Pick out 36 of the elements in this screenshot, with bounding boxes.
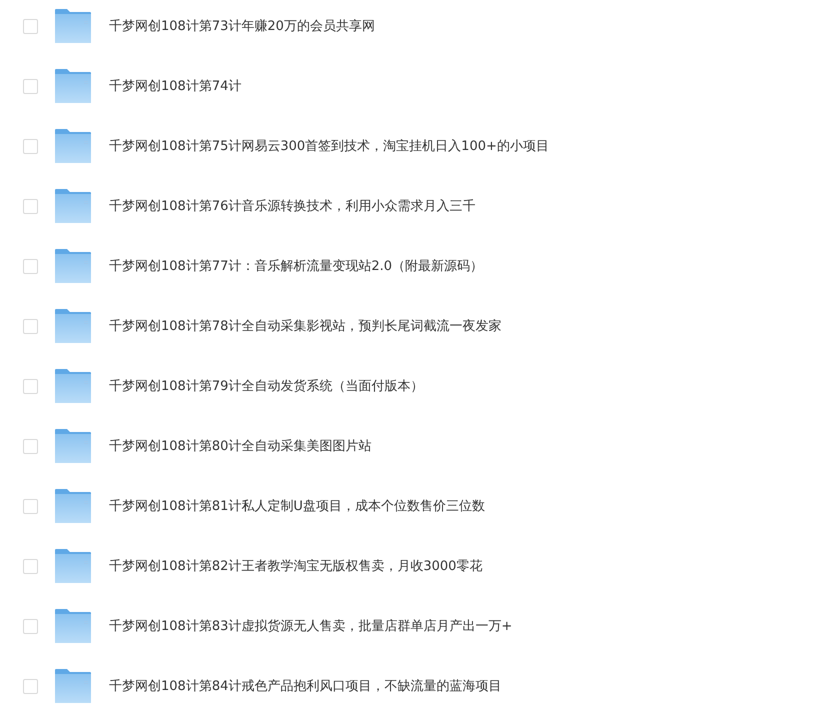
checkbox[interactable] — [23, 318, 38, 334]
checkbox[interactable] — [23, 258, 38, 274]
folder-icon — [55, 69, 91, 103]
folder-name[interactable]: 千梦网创108计第79计全自动发货系统（当面付版本） — [109, 377, 424, 395]
checkbox[interactable] — [23, 198, 38, 214]
folder-icon — [55, 549, 91, 583]
folder-name[interactable]: 千梦网创108计第78计全自动采集影视站，预判长尾词截流一夜发家 — [109, 317, 502, 335]
folder-icon — [55, 9, 91, 43]
folder-icon — [55, 129, 91, 163]
checkbox[interactable] — [23, 438, 38, 454]
folder-name[interactable]: 千梦网创108计第82计王者教学淘宝无版权售卖，月收3000零花 — [109, 557, 482, 575]
folder-icon — [55, 249, 91, 283]
checkbox[interactable] — [23, 498, 38, 514]
checkbox[interactable] — [23, 78, 38, 94]
folder-icon — [55, 669, 91, 703]
folder-icon — [55, 189, 91, 223]
folder-icon — [55, 369, 91, 403]
folder-icon — [55, 489, 91, 523]
folder-name[interactable]: 千梦网创108计第80计全自动采集美图图片站 — [109, 437, 372, 455]
checkbox[interactable] — [23, 18, 38, 34]
folder-name[interactable]: 千梦网创108计第76计音乐源转换技术，利用小众需求月入三千 — [109, 197, 476, 215]
folder-name[interactable]: 千梦网创108计第73计年赚20万的会员共享网 — [109, 17, 375, 35]
checkbox[interactable] — [23, 138, 38, 154]
checkbox[interactable] — [23, 618, 38, 634]
folder-name[interactable]: 千梦网创108计第74计 — [109, 77, 242, 95]
folder-name[interactable]: 千梦网创108计第77计：音乐解析流量变现站2.0（附最新源码） — [109, 257, 484, 275]
checkbox[interactable] — [23, 678, 38, 694]
folder-icon — [55, 609, 91, 643]
folder-name[interactable]: 千梦网创108计第84计戒色产品抱利风口项目，不缺流量的蓝海项目 — [109, 677, 502, 695]
folder-icon — [55, 309, 91, 343]
checkbox[interactable] — [23, 378, 38, 394]
folder-name[interactable]: 千梦网创108计第83计虚拟货源无人售卖，批量店群单店月产出一万+ — [109, 617, 512, 635]
folder-name[interactable]: 千梦网创108计第81计私人定制U盘项目，成本个位数售价三位数 — [109, 497, 485, 515]
folder-name[interactable]: 千梦网创108计第75计网易云300首签到技术，淘宝挂机日入100+的小项目 — [109, 137, 549, 155]
checkbox[interactable] — [23, 558, 38, 574]
folder-icon — [55, 429, 91, 463]
